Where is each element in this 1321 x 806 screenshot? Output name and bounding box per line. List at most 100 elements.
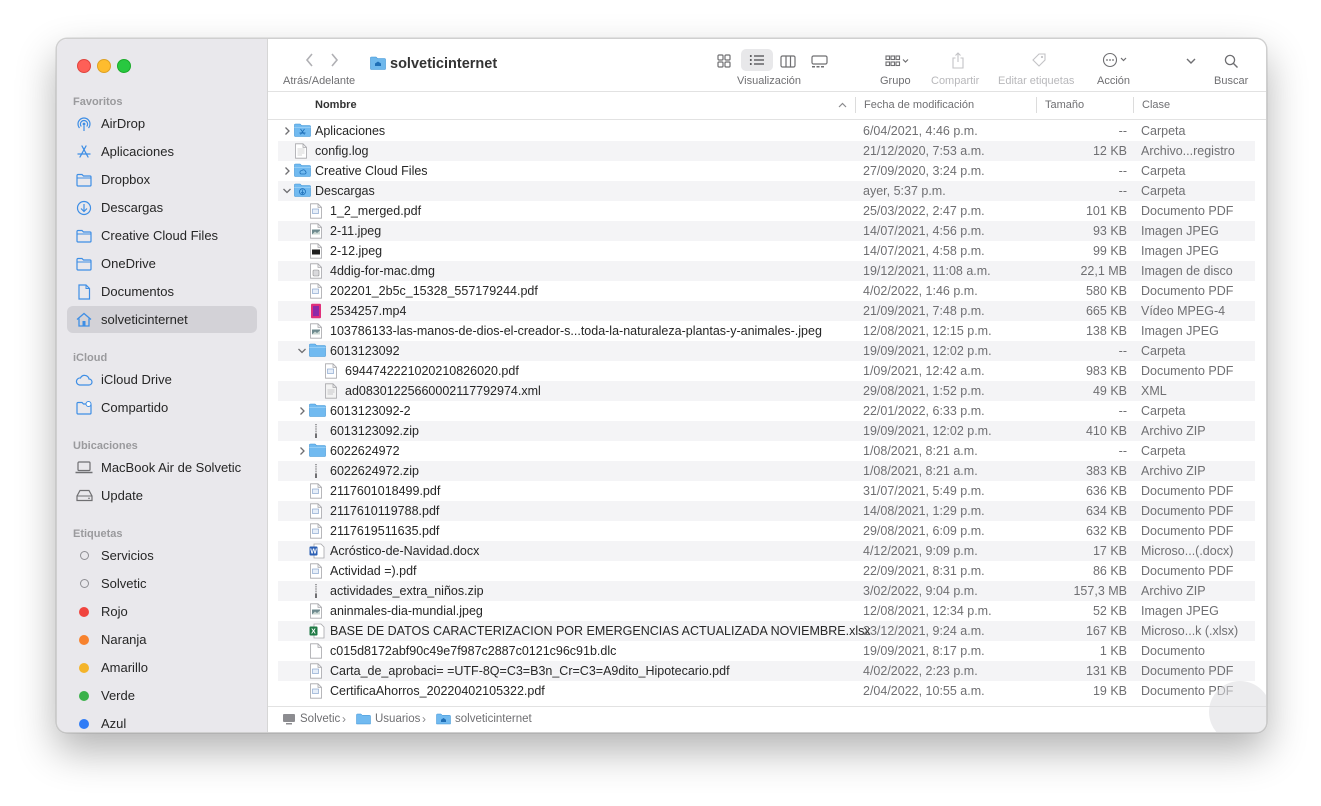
sidebar-item-solvetic[interactable]: Solvetic [67,570,257,597]
search-button[interactable] [1220,50,1242,72]
sidebar-item-label: MacBook Air de Solvetic [101,460,242,475]
sort-ascending-icon [838,102,847,108]
file-row[interactable]: 1_2_merged.pdf 25/03/2022, 2:47 p.m. 101 K… [278,201,1255,221]
sidebar-item-update[interactable]: Update [67,482,257,509]
chevron-right-icon [331,53,339,67]
sidebar-item-compartido[interactable]: Compartido [67,394,257,421]
sidebar-item-azul[interactable]: Azul [67,710,257,732]
file-row[interactable]: 2534257.mp4 21/09/2021, 7:48 p.m. 665 KB Ví… [278,301,1255,321]
breadcrumb-item[interactable]: Solvetic [282,713,340,725]
file-name: Aplicaciones [315,124,386,138]
file-row[interactable]: 2117601018499.pdf 31/07/2021, 5:49 p.m. 63… [278,481,1255,501]
icon-view-button[interactable] [712,51,736,71]
file-row[interactable]: 2-11.jpeg 14/07/2021, 4:56 p.m. 93 KB Image… [278,221,1255,241]
sidebar-item-servicios[interactable]: Servicios [67,542,257,569]
file-row[interactable]: 2-12.jpeg 14/07/2021, 4:58 p.m. 99 KB Image… [278,241,1255,261]
file-row[interactable]: aninmales-dia-mundial.jpeg 12/08/2021, 12… [278,601,1255,621]
file-row[interactable]: Creative Cloud Files 27/09/2020, 3:24 p.m… [278,161,1255,181]
sidebar-item-dropbox[interactable]: Dropbox [67,166,257,193]
file-row[interactable]: Descargas ayer, 5:37 p.m. -- Carpeta [278,181,1255,201]
sidebar-item-amarillo[interactable]: Amarillo [67,654,257,681]
sidebar-item-macbook-air-de-solvetic[interactable]: MacBook Air de Solvetic [67,454,257,481]
file-row[interactable]: config.log 21/12/2020, 7:53 a.m. 12 KB Arch… [278,141,1255,161]
column-view-button[interactable] [776,51,800,71]
group-button[interactable] [880,51,914,71]
file-row[interactable]: actividades_extra_niños.zip 3/02/2022, 9:… [278,581,1255,601]
breadcrumb-item[interactable]: solveticinternet [436,713,532,725]
column-kind-header[interactable]: Clase [1142,99,1170,111]
file-row[interactable]: c015d8172abf90c49e7f987c2887c0121c96c91b… [278,641,1255,661]
file-row[interactable]: Carta_de_aprobaci= =UTF-8Q=C3=B3n_Cr=C3=… [278,661,1255,681]
file-row[interactable]: 6013123092.zip 19/09/2021, 12:02 p.m. 410 … [278,421,1255,441]
file-name: 1_2_merged.pdf [330,204,422,218]
sidebar-item-solveticinternet[interactable]: solveticinternet [67,306,257,333]
file-row[interactable]: CertificaAhorros_20220402105322.pdf 2/04/… [278,681,1255,701]
file-kind: Imagen JPEG [1141,224,1219,238]
file-name: 2-12.jpeg [330,244,383,258]
folder-icon [75,255,93,273]
back-button[interactable] [302,51,318,69]
file-row[interactable]: Aplicaciones 6/04/2021, 4:46 p.m. -- Carpet… [278,121,1255,141]
column-date-header[interactable]: Fecha de modificación [864,99,974,111]
breadcrumb-label: Solvetic [300,713,341,725]
list-view-button[interactable] [741,49,773,71]
file-row[interactable]: 103786133-las-manos-de-dios-el-creador-s… [278,321,1255,341]
disclosure-closed-icon[interactable] [282,125,292,137]
file-size: 665 KB [1085,304,1127,318]
file-row[interactable]: Actividad =).pdf 22/09/2021, 8:31 p.m. 86 … [278,561,1255,581]
file-row[interactable]: X BASE DE DATOS CARACTERIZACION POR EMERG… [278,621,1255,641]
sidebar-item-label: solveticinternet [101,312,188,327]
file-row[interactable]: 6022624972 1/08/2021, 8:21 a.m. -- Carpeta [278,441,1255,461]
file-row[interactable]: 6013123092 19/09/2021, 12:02 p.m. -- Carpet… [278,341,1255,361]
disclosure-closed-icon[interactable] [297,445,307,457]
search-label: Buscar [1214,75,1249,87]
file-row[interactable]: 6944742221020210826020.pdf 1/09/2021, 12:… [278,361,1255,381]
column-name-header[interactable]: Nombre [315,99,357,111]
sidebar-item-verde[interactable]: Verde [67,682,257,709]
share-button[interactable] [948,49,968,71]
tag-dot-icon [79,718,89,729]
file-row[interactable]: 2117619511635.pdf 29/08/2021, 6:09 p.m. 63… [278,521,1255,541]
sidebar-item-label: Rojo [101,604,128,619]
folder-icon [309,343,326,359]
minimize-window-button[interactable] [97,59,111,73]
disclosure-closed-icon[interactable] [282,165,292,177]
sidebar-item-icloud-drive[interactable]: iCloud Drive [67,366,257,393]
close-window-button[interactable] [77,59,91,73]
breadcrumb-item[interactable]: Usuarios [356,713,420,725]
file-size: 167 KB [1085,624,1127,638]
column-size-header[interactable]: Tamaño [1045,99,1084,111]
zoom-window-button[interactable] [117,59,131,73]
file-name: actividades_extra_niños.zip [330,584,484,598]
breadcrumb-label: solveticinternet [455,713,532,725]
forward-button[interactable] [326,51,342,69]
file-row[interactable]: 6022624972.zip 1/08/2021, 8:21 a.m. 383 KB… [278,461,1255,481]
sidebar-item-onedrive[interactable]: OneDrive [67,250,257,277]
file-row[interactable]: 202201_2b5c_15328_557179244.pdf 4/02/2022… [278,281,1255,301]
path-bar: Solvetic › Usuarios › solveticinternet [268,706,1266,732]
disclosure-open-icon[interactable] [297,345,307,357]
disclosure-closed-icon[interactable] [297,405,307,417]
tag-color-icon [75,631,93,649]
sidebar-item-descargas[interactable]: Descargas [67,194,257,221]
disclosure-open-icon[interactable] [282,185,292,197]
edit-tags-button[interactable] [1028,50,1050,70]
more-toolbar-button[interactable] [1181,51,1201,71]
sidebar-item-aplicaciones[interactable]: Aplicaciones [67,138,257,165]
sidebar: Favoritos AirDrop Aplicaciones Dropbox Desca… [57,39,268,732]
sidebar-item-airdrop[interactable]: AirDrop [67,110,257,137]
file-row[interactable]: 6013123092-2 22/01/2022, 6:33 p.m. -- Carpe… [278,401,1255,421]
file-row[interactable]: 4ddig-for-mac.dmg 19/12/2021, 11:08 a.m. 2… [278,261,1255,281]
gallery-view-button[interactable] [807,51,831,71]
column-header: Nombre Fecha de modificación Tamaño Clas… [268,92,1266,120]
sidebar-item-label: Naranja [101,632,147,647]
file-row[interactable]: ad08301225660002117792974.xml 29/08/2021,… [278,381,1255,401]
sidebar-item-rojo[interactable]: Rojo [67,598,257,625]
file-word-icon: W [309,543,325,559]
sidebar-item-documentos[interactable]: Documentos [67,278,257,305]
action-button[interactable] [1099,50,1133,70]
file-row[interactable]: W Acróstico-de-Navidad.docx 4/12/2021, 9:0… [278,541,1255,561]
sidebar-item-creative-cloud-files[interactable]: Creative Cloud Files [67,222,257,249]
file-row[interactable]: 2117610119788.pdf 14/08/2021, 1:29 p.m. 63… [278,501,1255,521]
sidebar-item-naranja[interactable]: Naranja [67,626,257,653]
